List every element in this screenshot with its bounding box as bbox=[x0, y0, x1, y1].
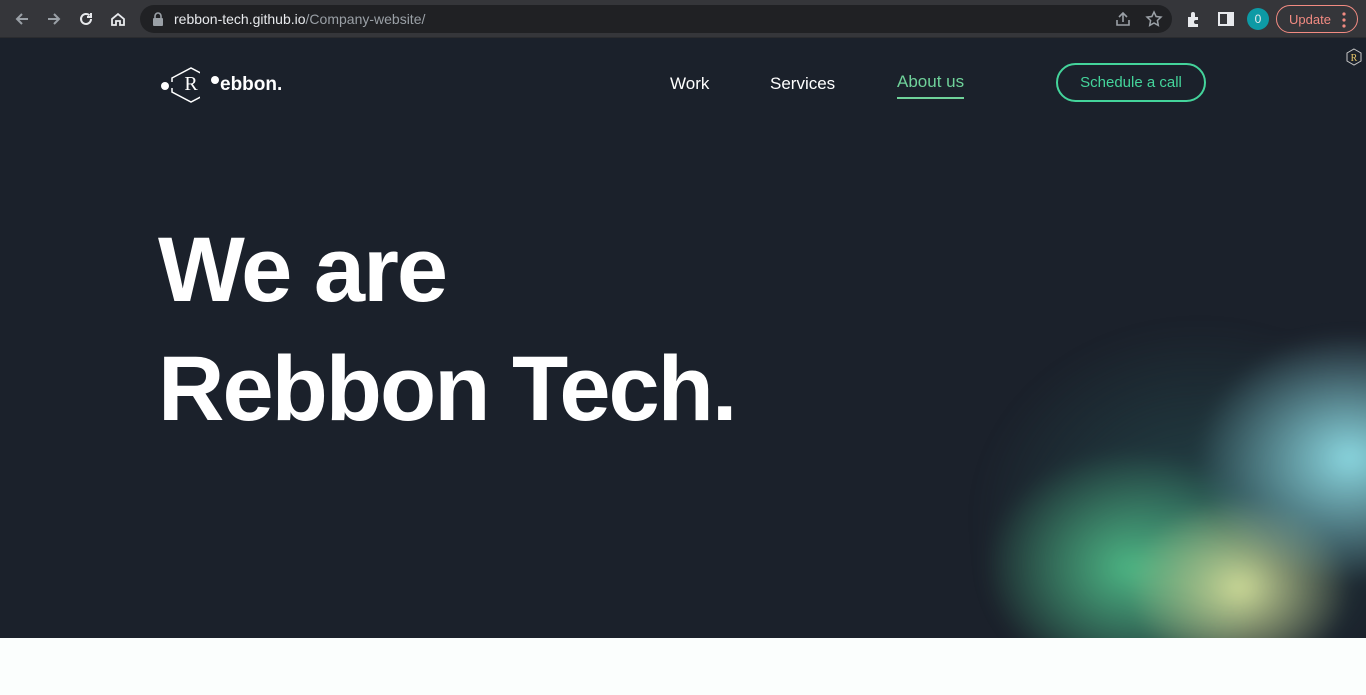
address-bar[interactable]: rebbon-tech.github.io/Company-website/ bbox=[140, 5, 1172, 33]
next-section bbox=[0, 638, 1366, 695]
browser-toolbar: rebbon-tech.github.io/Company-website/ 0… bbox=[0, 0, 1366, 38]
hero-section: R ebbon. Work Services About us Schedule… bbox=[0, 38, 1366, 638]
update-button[interactable]: Update bbox=[1276, 5, 1358, 33]
share-icon[interactable] bbox=[1114, 10, 1132, 28]
nav-about-us[interactable]: About us bbox=[897, 72, 965, 99]
star-icon[interactable] bbox=[1145, 10, 1163, 28]
extensions-icon[interactable] bbox=[1184, 9, 1204, 29]
update-label: Update bbox=[1289, 11, 1331, 27]
reload-button[interactable] bbox=[72, 5, 100, 33]
home-icon bbox=[111, 12, 125, 26]
more-menu-icon bbox=[1342, 12, 1346, 28]
headline-line-1: We are bbox=[158, 219, 448, 321]
arrow-right-icon bbox=[48, 13, 61, 25]
lock-icon bbox=[153, 12, 163, 26]
url-text: rebbon-tech.github.io/Company-website/ bbox=[174, 11, 426, 27]
forward-button[interactable] bbox=[40, 5, 68, 33]
nav-work[interactable]: Work bbox=[670, 74, 709, 94]
nav-services[interactable]: Services bbox=[770, 74, 835, 94]
logo-text[interactable]: ebbon. bbox=[220, 74, 282, 96]
side-panel-icon[interactable] bbox=[1216, 9, 1236, 29]
extension-badge-icon[interactable]: R bbox=[1344, 47, 1364, 67]
back-button[interactable] bbox=[8, 5, 36, 33]
badge-letter: R bbox=[1351, 53, 1358, 64]
profile-avatar[interactable]: 0 bbox=[1247, 8, 1269, 30]
logo-letter: R bbox=[184, 73, 198, 95]
schedule-call-button[interactable]: Schedule a call bbox=[1056, 63, 1206, 102]
gradient-blob bbox=[880, 258, 1366, 638]
reload-icon bbox=[80, 12, 92, 25]
headline-line-2: Rebbon Tech. bbox=[158, 338, 737, 440]
arrow-left-icon bbox=[15, 13, 28, 25]
home-button[interactable] bbox=[104, 5, 132, 33]
